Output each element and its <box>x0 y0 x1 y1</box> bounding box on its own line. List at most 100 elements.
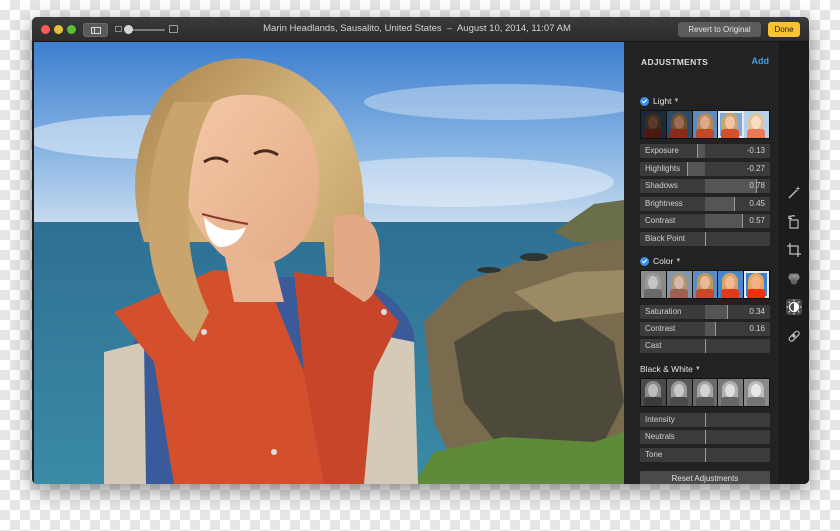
brightness-slider[interactable]: Brightness 0.45 <box>640 197 770 211</box>
cast-slider[interactable]: Cast <box>640 339 770 353</box>
slider-label: Cast <box>645 341 662 350</box>
window-title: Marin Headlands, Sausalito, United State… <box>263 23 571 34</box>
slider-marker <box>705 232 706 246</box>
slider-fill <box>705 197 735 211</box>
photos-window: Marin Headlands, Sausalito, United State… <box>32 17 809 484</box>
sidebar-icon <box>91 27 101 34</box>
crop-icon[interactable] <box>786 242 802 258</box>
zoom-in-icon <box>169 25 178 33</box>
color-section-header[interactable]: Color ▼ <box>640 255 681 267</box>
bw-section-header[interactable]: Black & White ▼ <box>640 363 701 375</box>
black-point-slider[interactable]: Black Point <box>640 232 770 246</box>
slider-fill <box>705 322 716 336</box>
bw-thumbnail[interactable] <box>692 379 719 406</box>
color-section-label: Color <box>653 256 674 266</box>
retouch-icon[interactable] <box>786 328 802 344</box>
photo-date: August 10, 2014, 11:07 AM <box>456 23 571 34</box>
slider-label: Neutrals <box>645 432 675 441</box>
slider-value: -0.27 <box>746 164 765 173</box>
done-button[interactable]: Done <box>768 22 800 37</box>
slider-value: 0.34 <box>749 307 765 316</box>
disclosure-triangle-icon: ▼ <box>673 98 680 104</box>
reset-adjustments-button[interactable]: Reset Adjustments <box>640 471 770 484</box>
slider-marker <box>687 162 689 176</box>
adjustments-header: ADJUSTMENTS <box>641 57 709 67</box>
revert-to-original-button[interactable]: Revert to Original <box>678 22 761 37</box>
zoom-slider-knob[interactable] <box>124 25 133 34</box>
light-thumbnail[interactable] <box>641 111 667 138</box>
checkmark-icon[interactable] <box>640 96 649 106</box>
photo-location: Marin Headlands, Sausalito, United State… <box>263 23 442 34</box>
slider-label: Exposure <box>645 146 679 155</box>
light-section-label: Light <box>653 96 672 106</box>
slider-marker <box>715 322 717 336</box>
slider-marker <box>705 413 706 427</box>
adjust-icon[interactable] <box>786 299 802 315</box>
slider-marker <box>705 430 706 444</box>
slider-value: 0.78 <box>749 181 765 190</box>
color-thumbnail[interactable] <box>692 271 719 298</box>
color-contrast-slider[interactable]: Contrast 0.16 <box>640 322 770 336</box>
light-thumbnail[interactable] <box>744 111 769 138</box>
slider-marker <box>705 448 706 462</box>
slider-marker <box>742 214 744 228</box>
slider-label: Highlights <box>645 164 681 173</box>
color-thumbnail[interactable] <box>666 271 693 298</box>
saturation-slider[interactable]: Saturation 0.34 <box>640 305 770 319</box>
magic-wand-icon[interactable] <box>786 185 802 201</box>
zoom-out-icon <box>115 26 122 32</box>
exposure-slider[interactable]: Exposure -0.13 <box>640 144 770 158</box>
slider-fill <box>705 179 756 193</box>
bw-thumbnail[interactable] <box>718 379 745 406</box>
light-thumbnail[interactable] <box>666 111 693 138</box>
neutrals-slider[interactable]: Neutrals <box>640 430 770 444</box>
light-thumbnail-selected[interactable] <box>718 111 745 138</box>
bw-thumbnail[interactable] <box>641 379 667 406</box>
adjustments-panel: ADJUSTMENTS Add Light ▼ Exposure -0.13 H… <box>624 42 777 484</box>
slider-marker <box>705 339 706 353</box>
slider-value: 0.45 <box>749 199 765 208</box>
slider-fill <box>696 144 705 158</box>
color-thumbnail-selected[interactable] <box>744 271 769 298</box>
slider-label: Tone <box>645 450 663 459</box>
bw-thumbnail[interactable] <box>666 379 693 406</box>
color-thumbnail-strip[interactable] <box>640 270 770 299</box>
slider-marker <box>727 305 729 319</box>
slider-value: -0.13 <box>746 146 765 155</box>
slider-label: Contrast <box>645 324 676 333</box>
close-window-button[interactable] <box>41 25 50 34</box>
slider-label: Saturation <box>645 307 682 316</box>
color-thumbnail[interactable] <box>718 271 745 298</box>
contrast-slider[interactable]: Contrast 0.57 <box>640 214 770 228</box>
slider-fill <box>705 214 743 228</box>
filters-icon[interactable] <box>786 271 802 287</box>
sidebar-toggle-button[interactable] <box>83 23 108 37</box>
bw-thumbnail[interactable] <box>744 379 769 406</box>
bw-section-label: Black & White <box>640 364 693 374</box>
checkmark-icon[interactable] <box>640 256 649 266</box>
zoom-window-button[interactable] <box>67 25 76 34</box>
slider-fill <box>687 162 705 176</box>
rotate-icon[interactable] <box>786 214 802 230</box>
bw-thumbnail-strip[interactable] <box>640 378 770 407</box>
intensity-slider[interactable]: Intensity <box>640 413 770 427</box>
light-thumbnail[interactable] <box>692 111 719 138</box>
slider-value: 0.16 <box>749 324 765 333</box>
light-section-header[interactable]: Light ▼ <box>640 95 679 107</box>
color-thumbnail[interactable] <box>641 271 667 298</box>
title-bar: Marin Headlands, Sausalito, United State… <box>32 17 809 42</box>
edit-tools-strip <box>777 42 809 484</box>
shadows-slider[interactable]: Shadows 0.78 <box>640 179 770 193</box>
minimize-window-button[interactable] <box>54 25 63 34</box>
tone-slider[interactable]: Tone <box>640 448 770 462</box>
light-thumbnail-strip[interactable] <box>640 110 770 139</box>
slider-label: Contrast <box>645 216 676 225</box>
slider-label: Black Point <box>645 234 686 243</box>
slider-value: 0.57 <box>749 216 765 225</box>
highlights-slider[interactable]: Highlights -0.27 <box>640 162 770 176</box>
slider-label: Brightness <box>645 199 683 208</box>
disclosure-triangle-icon: ▼ <box>694 366 701 372</box>
slider-label: Intensity <box>645 415 675 424</box>
photo-canvas[interactable] <box>34 42 624 484</box>
add-adjustment-button[interactable]: Add <box>752 56 770 66</box>
